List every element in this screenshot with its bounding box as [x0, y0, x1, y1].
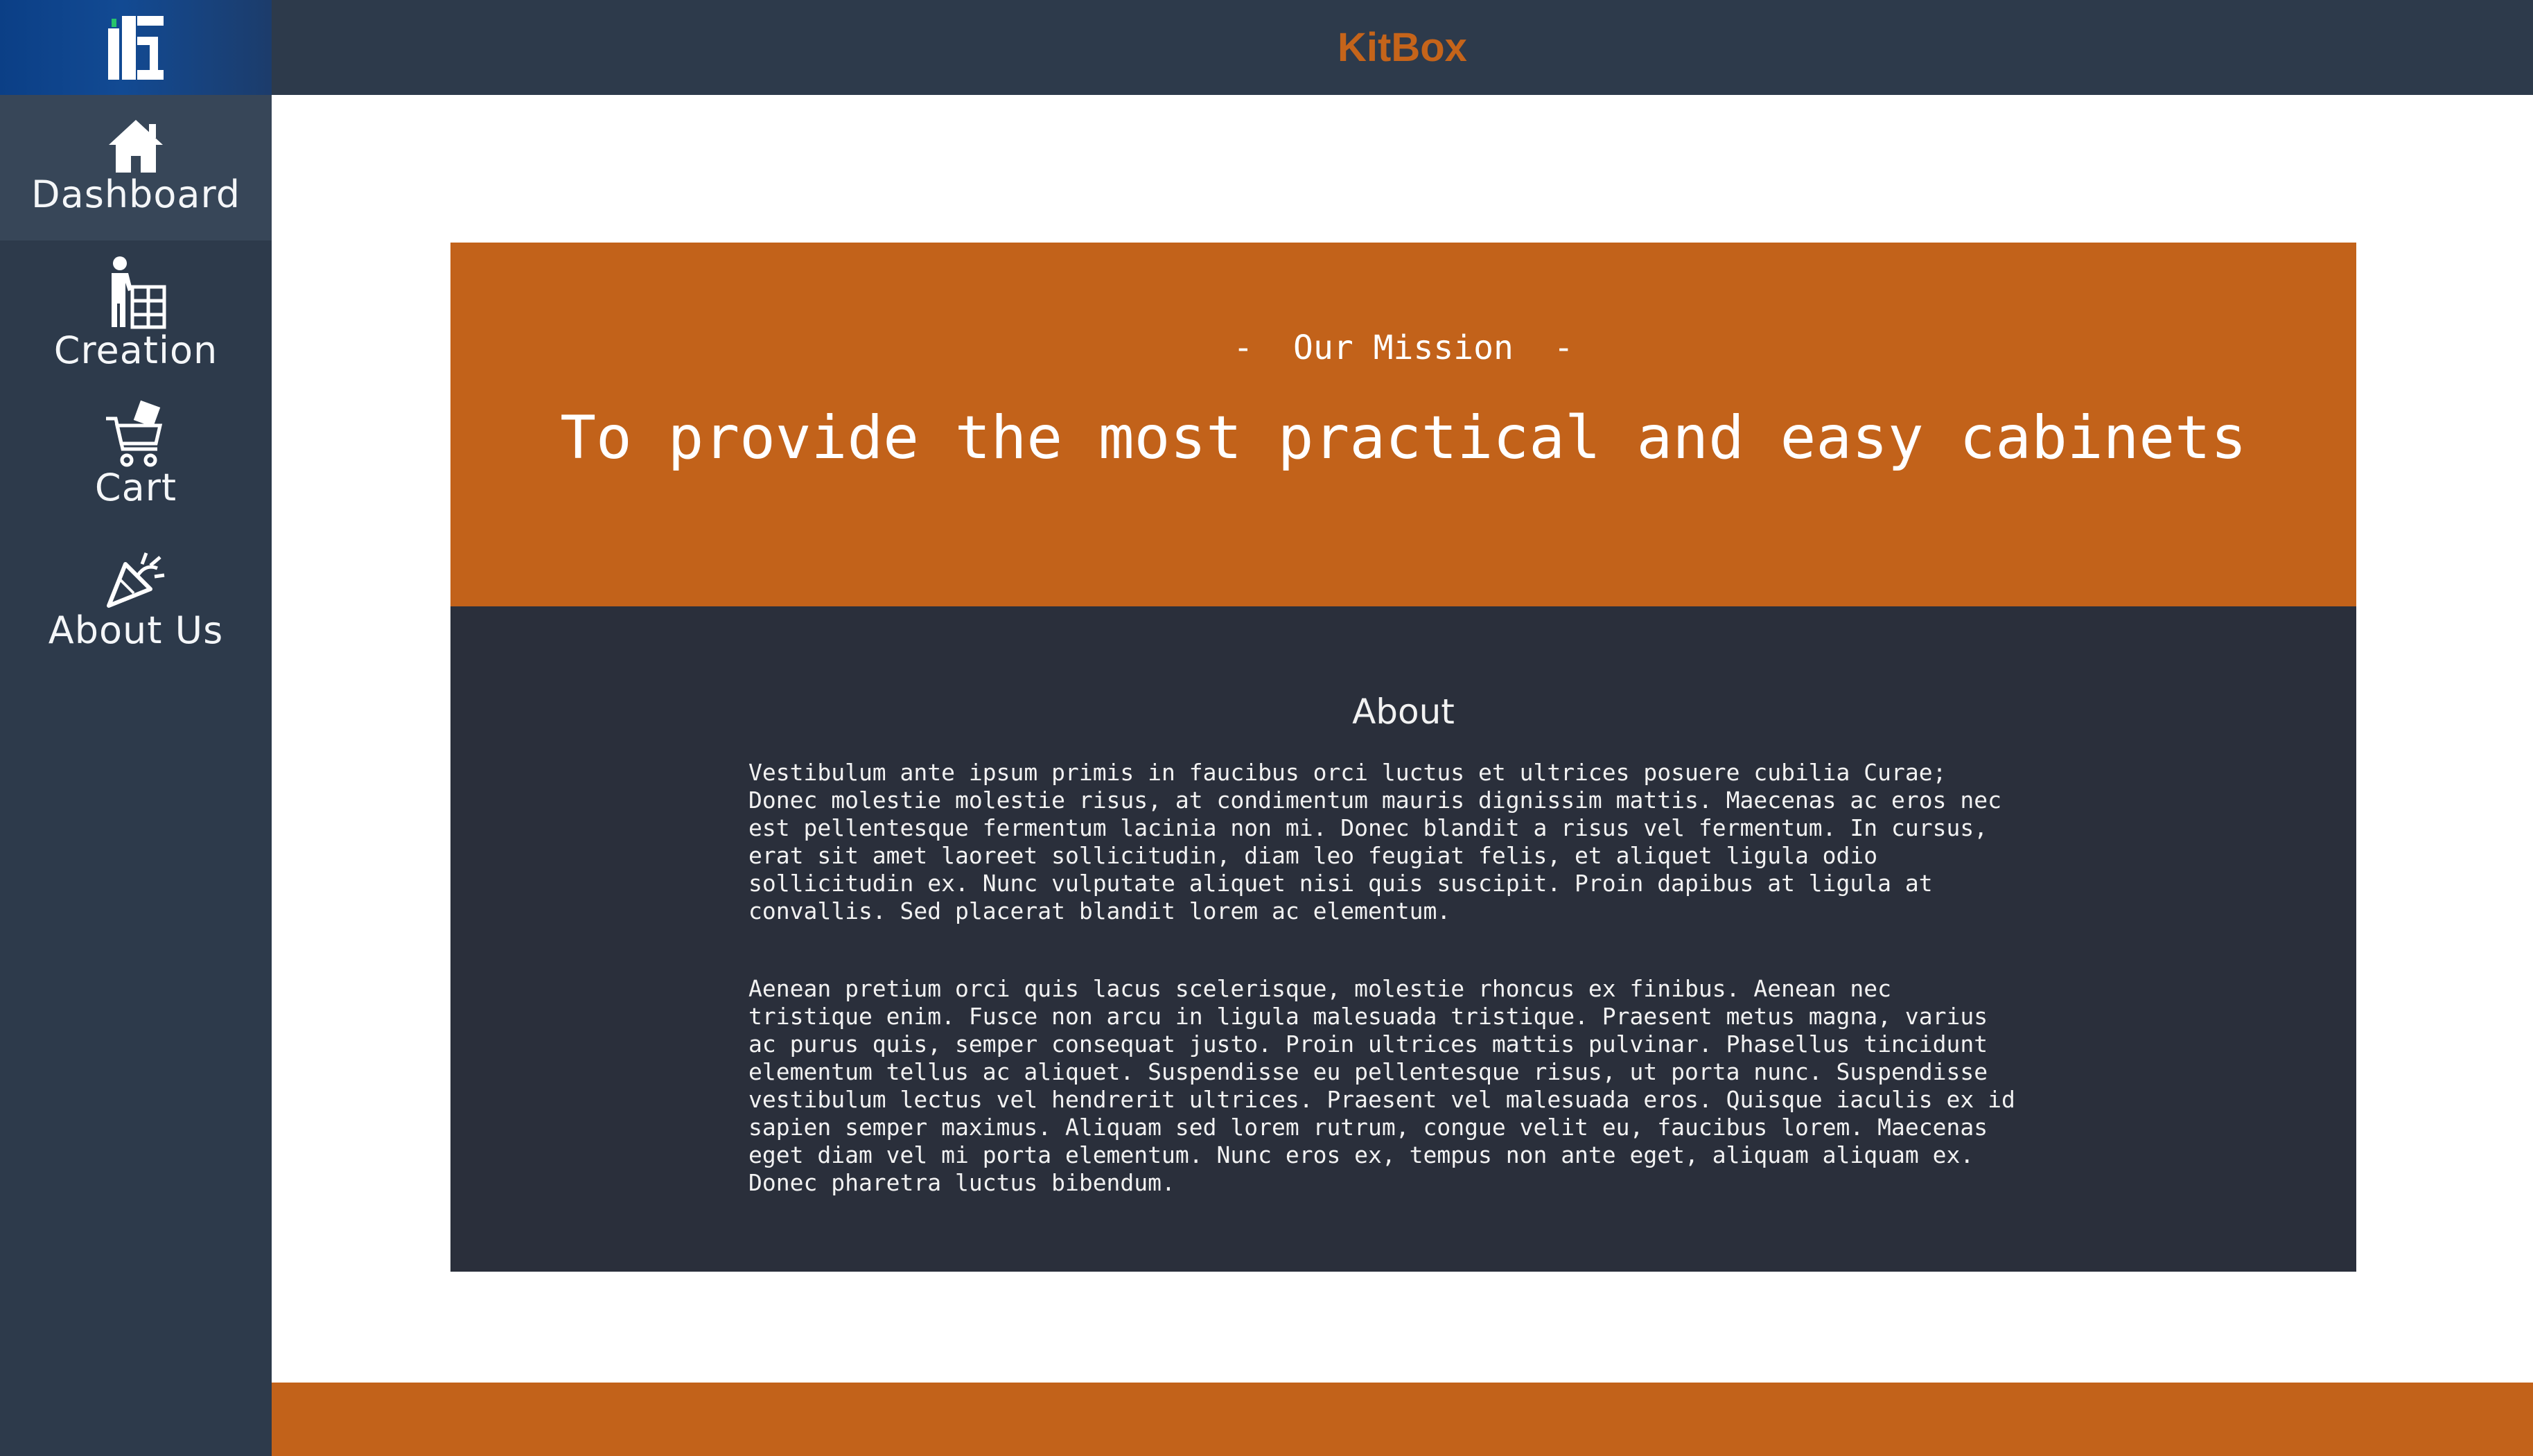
sidebar-item-label: Dashboard [31, 173, 240, 216]
party-popper-icon [107, 552, 165, 608]
sidebar-item-cart[interactable]: Cart [0, 395, 272, 520]
brand-title: KitBox [1338, 25, 1467, 70]
sidebar-item-dashboard[interactable]: Dashboard [0, 95, 272, 240]
about-paragraph: Vestibulum ante ipsum primis in faucibus… [748, 759, 2001, 924]
mission-headline: To provide the most practical and easy c… [560, 403, 2247, 473]
about-panel: About Vestibulum ante ipsum primis in fa… [450, 606, 2356, 1272]
cart-icon [106, 400, 163, 467]
top-header: KitBox [272, 0, 2533, 95]
about-title: About [1352, 692, 1455, 732]
sidebar-item-label: Cart [94, 466, 177, 509]
mission-subtitle: - Our Mission - [1233, 328, 1574, 367]
sidebar: Dashboard Creation Cart About Us [0, 0, 272, 1456]
builder-icon [112, 256, 166, 329]
logo[interactable] [0, 0, 272, 95]
sidebar-item-label: Creation [53, 328, 218, 372]
sidebar-item-creation[interactable]: Creation [0, 249, 272, 374]
footer-bar [272, 1383, 2533, 1456]
sidebar-item-label: About Us [48, 608, 224, 652]
home-icon [109, 120, 163, 173]
mission-banner: - Our Mission - To provide the most prac… [450, 243, 2356, 606]
kitbox-logo-icon [108, 15, 164, 80]
about-paragraph: Aenean pretium orci quis lacus scelerisq… [748, 975, 2015, 1196]
sidebar-item-about-us[interactable]: About Us [0, 541, 272, 665]
